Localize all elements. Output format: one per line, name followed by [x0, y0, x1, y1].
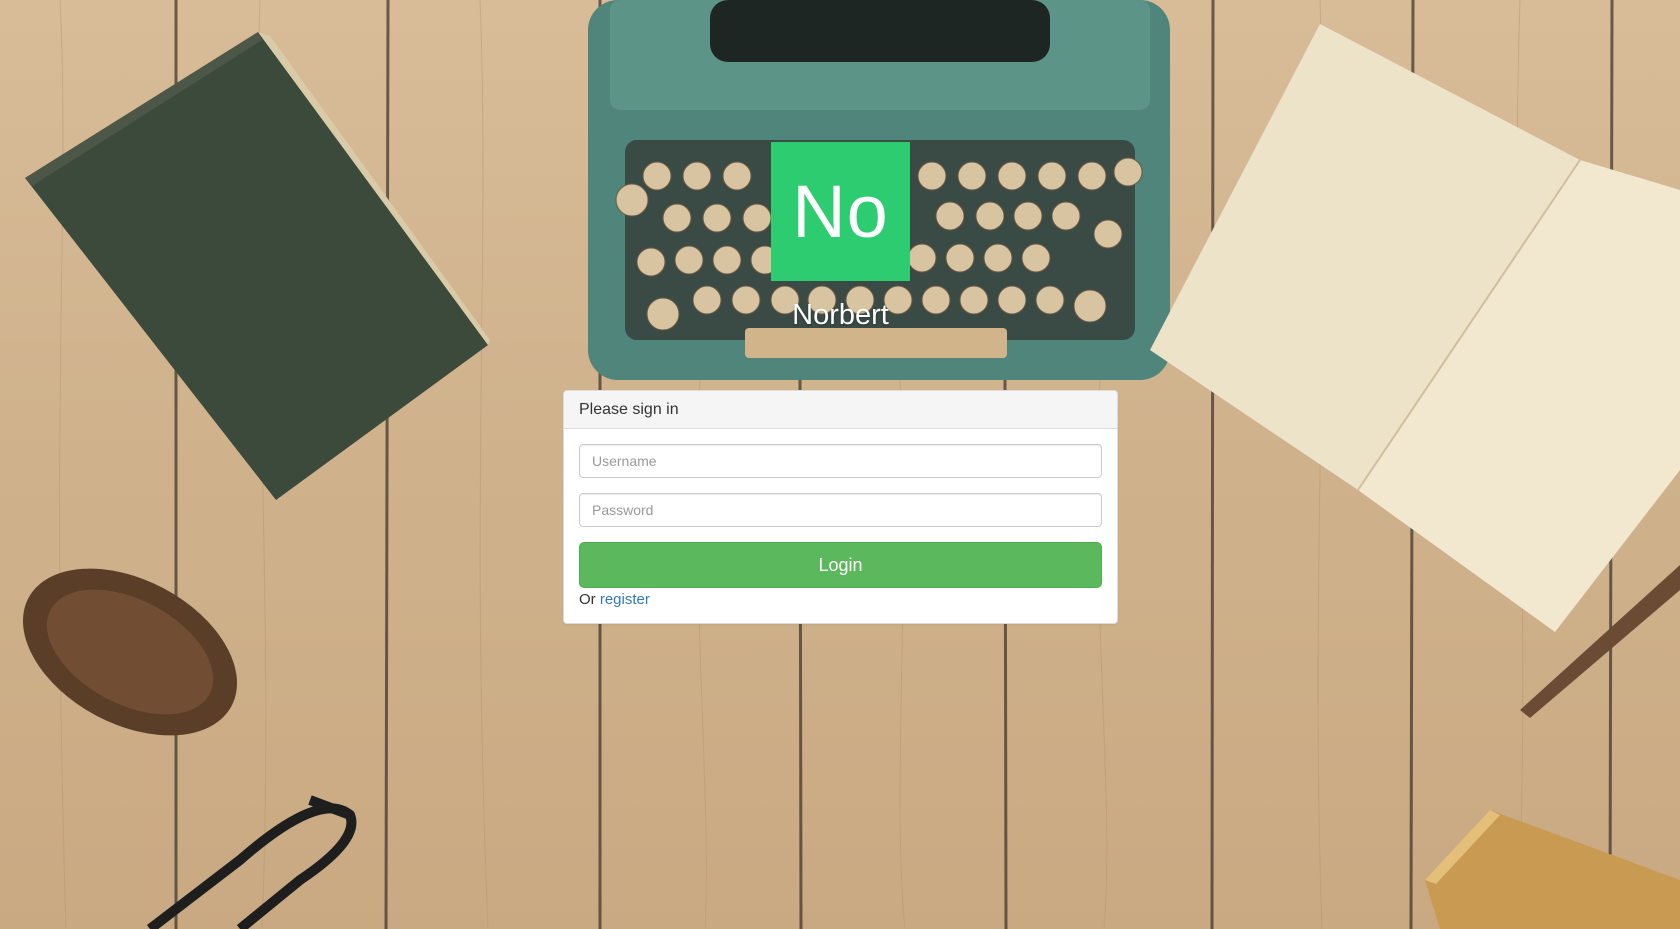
login-button[interactable]: Login — [579, 542, 1102, 588]
password-input[interactable] — [579, 493, 1102, 527]
login-panel: Please sign in Login Or register — [563, 390, 1118, 624]
login-form: Login Or register — [564, 429, 1117, 608]
register-link[interactable]: register — [600, 591, 650, 608]
register-prefix: Or — [579, 591, 596, 608]
register-line: Or register — [579, 591, 1102, 608]
panel-heading: Please sign in — [564, 391, 1117, 429]
app-logo: No — [771, 142, 910, 281]
app-name: Norbert — [792, 299, 889, 331]
username-input[interactable] — [579, 444, 1102, 478]
